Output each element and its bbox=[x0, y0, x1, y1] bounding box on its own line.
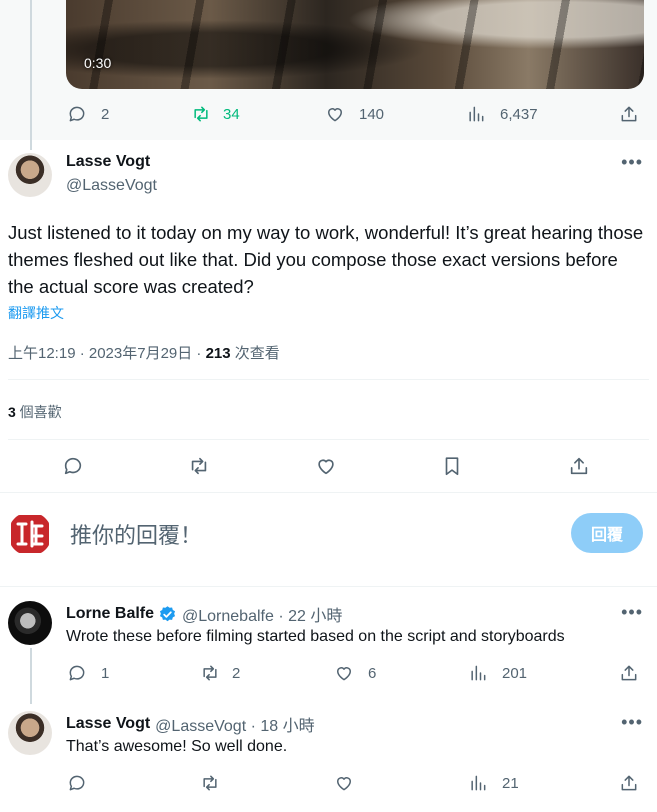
reply-count: 2 bbox=[101, 105, 110, 123]
likes-summary[interactable]: 3 個喜歡 bbox=[8, 402, 62, 422]
repost-count: 34 bbox=[223, 105, 240, 123]
author-handle[interactable]: @LasseVogt bbox=[66, 177, 157, 195]
reply-action[interactable] bbox=[67, 773, 87, 793]
views-count: 6,437 bbox=[500, 105, 538, 123]
reply-avatar[interactable] bbox=[8, 601, 52, 645]
bookmark-icon bbox=[441, 455, 463, 477]
views-icon bbox=[466, 104, 486, 124]
reply-author-name[interactable]: Lorne Balfe bbox=[66, 605, 154, 623]
divider bbox=[8, 379, 649, 380]
reply-header: Lasse Vogt @LasseVogt · 18 小時 bbox=[66, 712, 315, 736]
reply-icon bbox=[67, 773, 87, 793]
views-count: 21 bbox=[502, 774, 519, 792]
like-icon bbox=[325, 104, 345, 124]
like-icon bbox=[315, 455, 337, 477]
views-action[interactable]: 21 bbox=[468, 773, 519, 793]
views-action[interactable]: 201 bbox=[468, 663, 527, 683]
thread-line bbox=[30, 648, 32, 704]
reply-avatar[interactable] bbox=[8, 711, 52, 755]
like-button[interactable] bbox=[315, 455, 337, 477]
tweet-meta: 上午12:19 · 2023年7月29日 · 213 次查看 bbox=[8, 342, 280, 363]
views-icon bbox=[468, 773, 488, 793]
tweet-text: Just listened to it today on my way to w… bbox=[8, 222, 644, 297]
reply-action[interactable]: 2 bbox=[67, 104, 109, 124]
reply-handle-time[interactable]: @Lornebalfe · 22 小時 bbox=[182, 602, 342, 626]
views-number: 213 bbox=[205, 345, 231, 362]
likes-label: 個喜歡 bbox=[15, 404, 62, 420]
reply-submit-button[interactable]: 回覆 bbox=[571, 513, 643, 553]
repost-button[interactable] bbox=[188, 455, 210, 477]
share-icon bbox=[619, 663, 639, 683]
composer-avatar[interactable] bbox=[8, 512, 52, 556]
seal-logo-icon bbox=[11, 515, 49, 553]
like-count: 6 bbox=[368, 664, 377, 682]
verified-icon bbox=[158, 605, 177, 624]
reply-count: 1 bbox=[101, 664, 110, 682]
more-icon[interactable]: ••• bbox=[621, 152, 643, 173]
repost-action[interactable]: 34 bbox=[191, 104, 240, 124]
share-icon bbox=[619, 104, 639, 124]
repost-icon bbox=[200, 663, 220, 683]
like-icon bbox=[334, 663, 354, 683]
like-count: 140 bbox=[359, 105, 385, 123]
share-action[interactable] bbox=[619, 104, 639, 124]
like-action[interactable] bbox=[334, 773, 354, 793]
video-player[interactable]: 0:30 bbox=[66, 0, 644, 89]
reply-author-name[interactable]: Lasse Vogt bbox=[66, 715, 150, 733]
divider bbox=[0, 586, 657, 587]
share-action[interactable] bbox=[619, 663, 639, 683]
video-timestamp: 0:30 bbox=[84, 55, 112, 71]
like-icon bbox=[334, 773, 354, 793]
reply-text: That’s awesome! So well done. bbox=[66, 738, 288, 755]
divider bbox=[8, 439, 649, 440]
reply-icon bbox=[67, 104, 87, 124]
video-scene bbox=[66, 0, 644, 89]
like-action[interactable]: 140 bbox=[325, 104, 384, 124]
divider bbox=[0, 492, 657, 493]
reply-icon bbox=[67, 663, 87, 683]
reply-button[interactable] bbox=[62, 455, 84, 477]
reply-submit-label: 回覆 bbox=[590, 527, 623, 544]
views-count: 201 bbox=[502, 664, 528, 682]
tweet-time[interactable]: 上午12:19 · 2023年7月29日 · bbox=[8, 345, 206, 362]
repost-icon bbox=[188, 455, 210, 477]
reply-handle-time[interactable]: @LasseVogt · 18 小時 bbox=[155, 712, 314, 736]
repost-icon bbox=[191, 104, 211, 124]
reply-input[interactable]: 推你的回覆！ bbox=[70, 518, 550, 550]
views-label: 次查看 bbox=[230, 345, 280, 362]
avatar[interactable] bbox=[8, 153, 52, 197]
repost-action[interactable]: 2 bbox=[200, 663, 240, 683]
share-icon bbox=[568, 455, 590, 477]
reply-header: Lorne Balfe @Lornebalfe · 22 小時 bbox=[66, 602, 342, 626]
like-action[interactable]: 6 bbox=[334, 663, 376, 683]
reply-text: Wrote these before filming started based… bbox=[66, 628, 565, 645]
repost-action[interactable] bbox=[200, 773, 220, 793]
reply-action[interactable]: 1 bbox=[67, 663, 109, 683]
reply-icon bbox=[62, 455, 84, 477]
repost-count: 2 bbox=[232, 664, 241, 682]
views-icon bbox=[468, 663, 488, 683]
thread-line bbox=[30, 0, 32, 150]
repost-icon bbox=[200, 773, 220, 793]
bookmark-button[interactable] bbox=[441, 455, 463, 477]
translate-link[interactable]: 翻譯推文 bbox=[8, 303, 64, 323]
share-action[interactable] bbox=[619, 773, 639, 793]
more-icon[interactable]: ••• bbox=[621, 602, 643, 623]
likes-number: 3 bbox=[8, 404, 16, 420]
share-button[interactable] bbox=[568, 455, 590, 477]
more-icon[interactable]: ••• bbox=[621, 712, 643, 733]
author-name[interactable]: Lasse Vogt bbox=[66, 153, 150, 171]
share-icon bbox=[619, 773, 639, 793]
views-action[interactable]: 6,437 bbox=[466, 104, 538, 124]
